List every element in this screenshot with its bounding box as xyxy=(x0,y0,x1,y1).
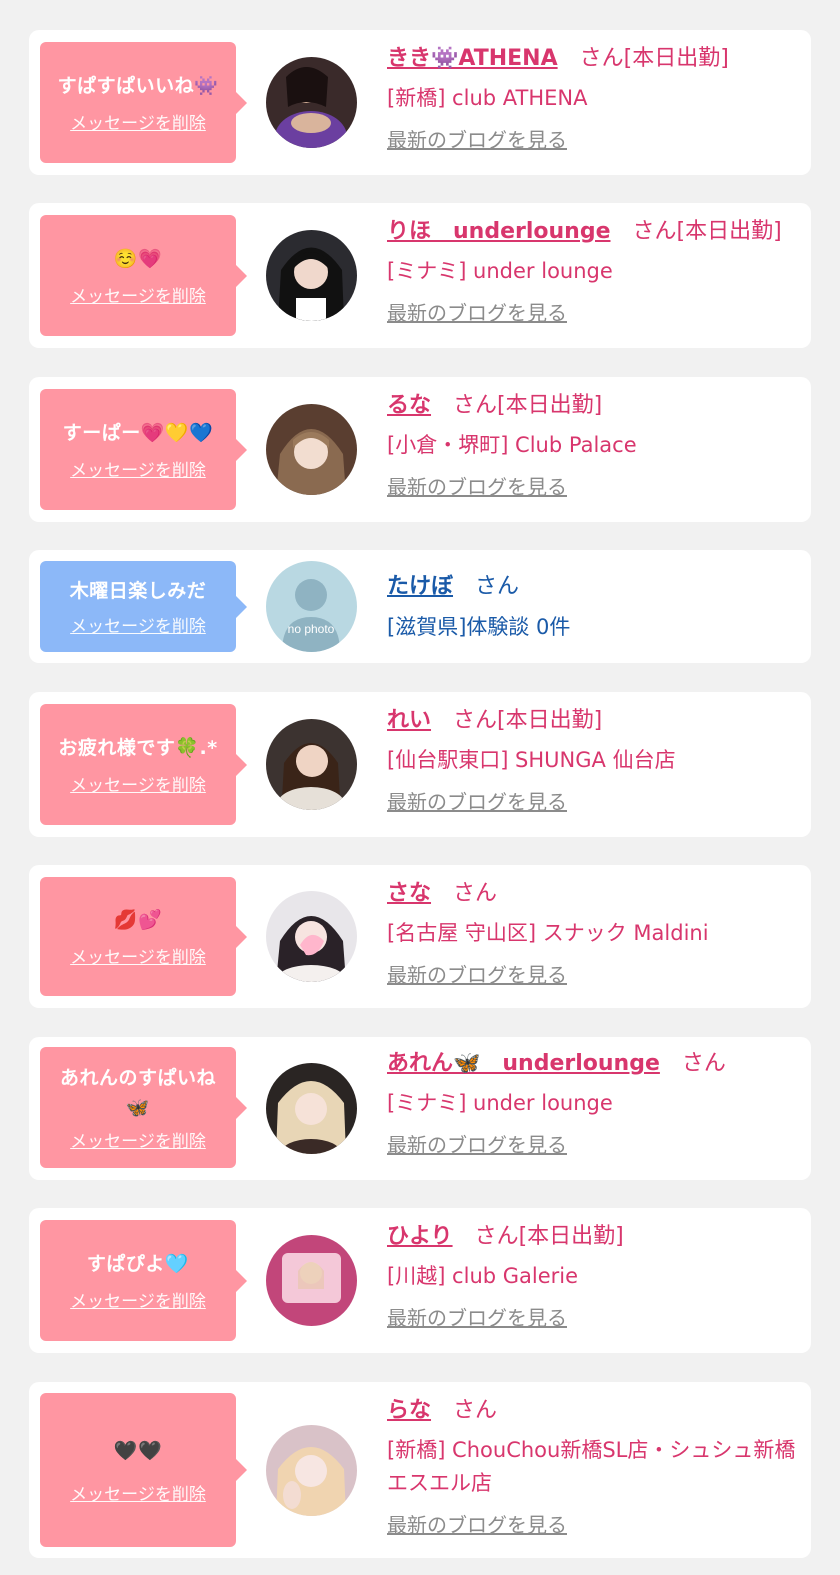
profile-name-link[interactable]: らな xyxy=(387,1398,431,1423)
list-item: 💋💕 メッセージを削除 さな さん [名古屋 守山区] スナック Maldini … xyxy=(29,865,811,1008)
list-item: お疲れ様です🍀.* メッセージを削除 れい さん[本日出勤] [仙台駅東口] SH… xyxy=(29,692,811,837)
honorific: さん xyxy=(632,219,677,244)
delete-message-link[interactable]: メッセージを削除 xyxy=(70,1127,206,1152)
latest-blog-link[interactable]: 最新のブログを見る xyxy=(387,1512,797,1538)
message-bubble: すぱぴよ🩵 メッセージを削除 xyxy=(40,1220,247,1341)
profile-name-link[interactable]: あれん🦋 underlounge xyxy=(387,1051,660,1076)
profile-info: れい さん[本日出勤] [仙台駅東口] SHUNGA 仙台店 最新のブログを見る xyxy=(387,706,797,815)
message-text: あれんのすぱいね🦋 xyxy=(59,1067,216,1119)
message-bubble: ☺️💗 メッセージを削除 xyxy=(40,215,247,336)
honorific: さん xyxy=(579,46,624,71)
delete-message-link[interactable]: メッセージを削除 xyxy=(70,109,206,134)
message-bubble: お疲れ様です🍀.* メッセージを削除 xyxy=(40,704,247,825)
list-item: 木曜日楽しみだ メッセージを削除 no photo たけぼ さん [滋賀県]体験談… xyxy=(29,550,811,663)
latest-blog-link[interactable]: 最新のブログを見る xyxy=(387,1132,797,1158)
message-text: すぱぴよ🩵 xyxy=(86,1253,190,1275)
shop-name: [新橋] club ATHENA xyxy=(387,86,588,110)
profile-name-link[interactable]: たけぼ xyxy=(387,574,453,599)
list-item: 🖤🖤 メッセージを削除 らな さん [新橋] ChouChou新橋SL店・シュシュ… xyxy=(29,1382,811,1558)
delete-message-link[interactable]: メッセージを削除 xyxy=(70,1480,206,1505)
message-text: お疲れ様です🍀.* xyxy=(58,737,218,759)
profile-name-link[interactable]: るな xyxy=(387,393,431,418)
profile-info: さな さん [名古屋 守山区] スナック Maldini 最新のブログを見る xyxy=(387,879,797,988)
message-text: ☺️💗 xyxy=(113,248,163,270)
profile-info: りほ underlounge さん[本日出勤] [ミナミ] under loung… xyxy=(387,217,797,326)
latest-blog-link[interactable]: 最新のブログを見る xyxy=(387,962,797,988)
list-item: すーぱー💗💛💙 メッセージを削除 るな さん[本日出勤] [小倉・堺町] Club… xyxy=(29,377,811,522)
message-bubble: あれんのすぱいね🦋 メッセージを削除 xyxy=(40,1047,247,1168)
status-badge: [本日出勤] xyxy=(518,1224,624,1249)
delete-message-link[interactable]: メッセージを削除 xyxy=(70,612,206,637)
profile-name-link[interactable]: さな xyxy=(387,881,431,906)
list-item: すぱすぱいいね👾 メッセージを削除 きき👾ATHENA さん[本日出勤] [新橋]… xyxy=(29,30,811,175)
message-bubble: すーぱー💗💛💙 メッセージを削除 xyxy=(40,389,247,510)
status-badge: [本日出勤] xyxy=(497,393,603,418)
latest-blog-link[interactable]: 最新のブログを見る xyxy=(387,789,797,815)
profile-info: あれん🦋 underlounge さん [ミナミ] under lounge 最新… xyxy=(387,1049,797,1158)
no-photo-label: no photo xyxy=(288,622,335,636)
profile-info: きき👾ATHENA さん[本日出勤] [新橋] club ATHENA 最新のブロ… xyxy=(387,44,797,153)
profile-name-link[interactable]: れい xyxy=(387,708,431,733)
message-text: すーぱー💗💛💙 xyxy=(62,422,214,444)
delete-message-link[interactable]: メッセージを削除 xyxy=(70,771,206,796)
avatar[interactable]: no photo xyxy=(266,561,357,652)
latest-blog-link[interactable]: 最新のブログを見る xyxy=(387,300,797,326)
avatar[interactable] xyxy=(266,719,357,810)
status-badge: [本日出勤] xyxy=(623,46,729,71)
avatar[interactable] xyxy=(266,891,357,982)
profile-name-link[interactable]: ひより xyxy=(387,1224,453,1249)
profile-info: たけぼ さん [滋賀県]体験談 0件 xyxy=(387,572,797,644)
delete-message-link[interactable]: メッセージを削除 xyxy=(70,943,206,968)
avatar[interactable] xyxy=(266,1235,357,1326)
latest-blog-link[interactable]: 最新のブログを見る xyxy=(387,127,797,153)
profile-name-link[interactable]: りほ underlounge xyxy=(387,219,611,244)
honorific: さん xyxy=(475,574,520,599)
message-bubble: 木曜日楽しみだ メッセージを削除 xyxy=(40,561,247,652)
avatar[interactable] xyxy=(266,404,357,495)
message-bubble: すぱすぱいいね👾 メッセージを削除 xyxy=(40,42,247,163)
delete-message-link[interactable]: メッセージを削除 xyxy=(70,456,206,481)
message-text: 🖤🖤 xyxy=(113,1439,163,1462)
shop-name: [名古屋 守山区] スナック Maldini xyxy=(387,921,709,945)
profile-info: ひより さん[本日出勤] [川越] club Galerie 最新のブログを見る xyxy=(387,1222,797,1331)
avatar[interactable] xyxy=(266,230,357,321)
honorific: さん xyxy=(681,1051,726,1076)
honorific: さん xyxy=(453,708,498,733)
avatar[interactable] xyxy=(266,57,357,148)
delete-message-link[interactable]: メッセージを削除 xyxy=(70,1287,206,1312)
honorific: さん xyxy=(453,1398,498,1423)
shop-name: [川越] club Galerie xyxy=(387,1264,579,1288)
list-item: ☺️💗 メッセージを削除 りほ underlounge さん[本日出勤] [ミナミ… xyxy=(29,203,811,348)
latest-blog-link[interactable]: 最新のブログを見る xyxy=(387,474,797,500)
shop-name: [ミナミ] under lounge xyxy=(387,259,613,283)
shop-name: [仙台駅東口] SHUNGA 仙台店 xyxy=(387,748,676,772)
avatar[interactable] xyxy=(266,1425,357,1516)
latest-blog-link[interactable]: 最新のブログを見る xyxy=(387,1305,797,1331)
profile-info: るな さん[本日出勤] [小倉・堺町] Club Palace 最新のブログを見る xyxy=(387,391,797,500)
shop-name: [滋賀県]体験談 0件 xyxy=(387,615,571,639)
message-text: 💋💕 xyxy=(113,909,163,931)
shop-name: [ミナミ] under lounge xyxy=(387,1091,613,1115)
status-badge: [本日出勤] xyxy=(497,708,603,733)
message-bubble: 🖤🖤 メッセージを削除 xyxy=(40,1393,247,1547)
list-item: あれんのすぱいね🦋 メッセージを削除 あれん🦋 underlounge さん [ミ… xyxy=(29,1037,811,1180)
message-text: 木曜日楽しみだ xyxy=(69,580,207,602)
profile-name-link[interactable]: きき👾ATHENA xyxy=(387,46,558,71)
shop-name: [小倉・堺町] Club Palace xyxy=(387,433,637,457)
list-item: すぱぴよ🩵 メッセージを削除 ひより さん[本日出勤] [川越] club Gal… xyxy=(29,1208,811,1353)
status-badge: [本日出勤] xyxy=(676,219,782,244)
delete-message-link[interactable]: メッセージを削除 xyxy=(70,282,206,307)
message-bubble: 💋💕 メッセージを削除 xyxy=(40,877,247,996)
shop-name: [新橋] ChouChou新橋SL店・シュシュ新橋エスエル店 xyxy=(387,1438,796,1495)
honorific: さん xyxy=(453,393,498,418)
honorific: さん xyxy=(474,1224,519,1249)
honorific: さん xyxy=(453,881,498,906)
message-text: すぱすぱいいね👾 xyxy=(57,75,219,97)
avatar[interactable] xyxy=(266,1063,357,1154)
profile-info: らな さん [新橋] ChouChou新橋SL店・シュシュ新橋エスエル店 最新のブ… xyxy=(387,1396,797,1538)
